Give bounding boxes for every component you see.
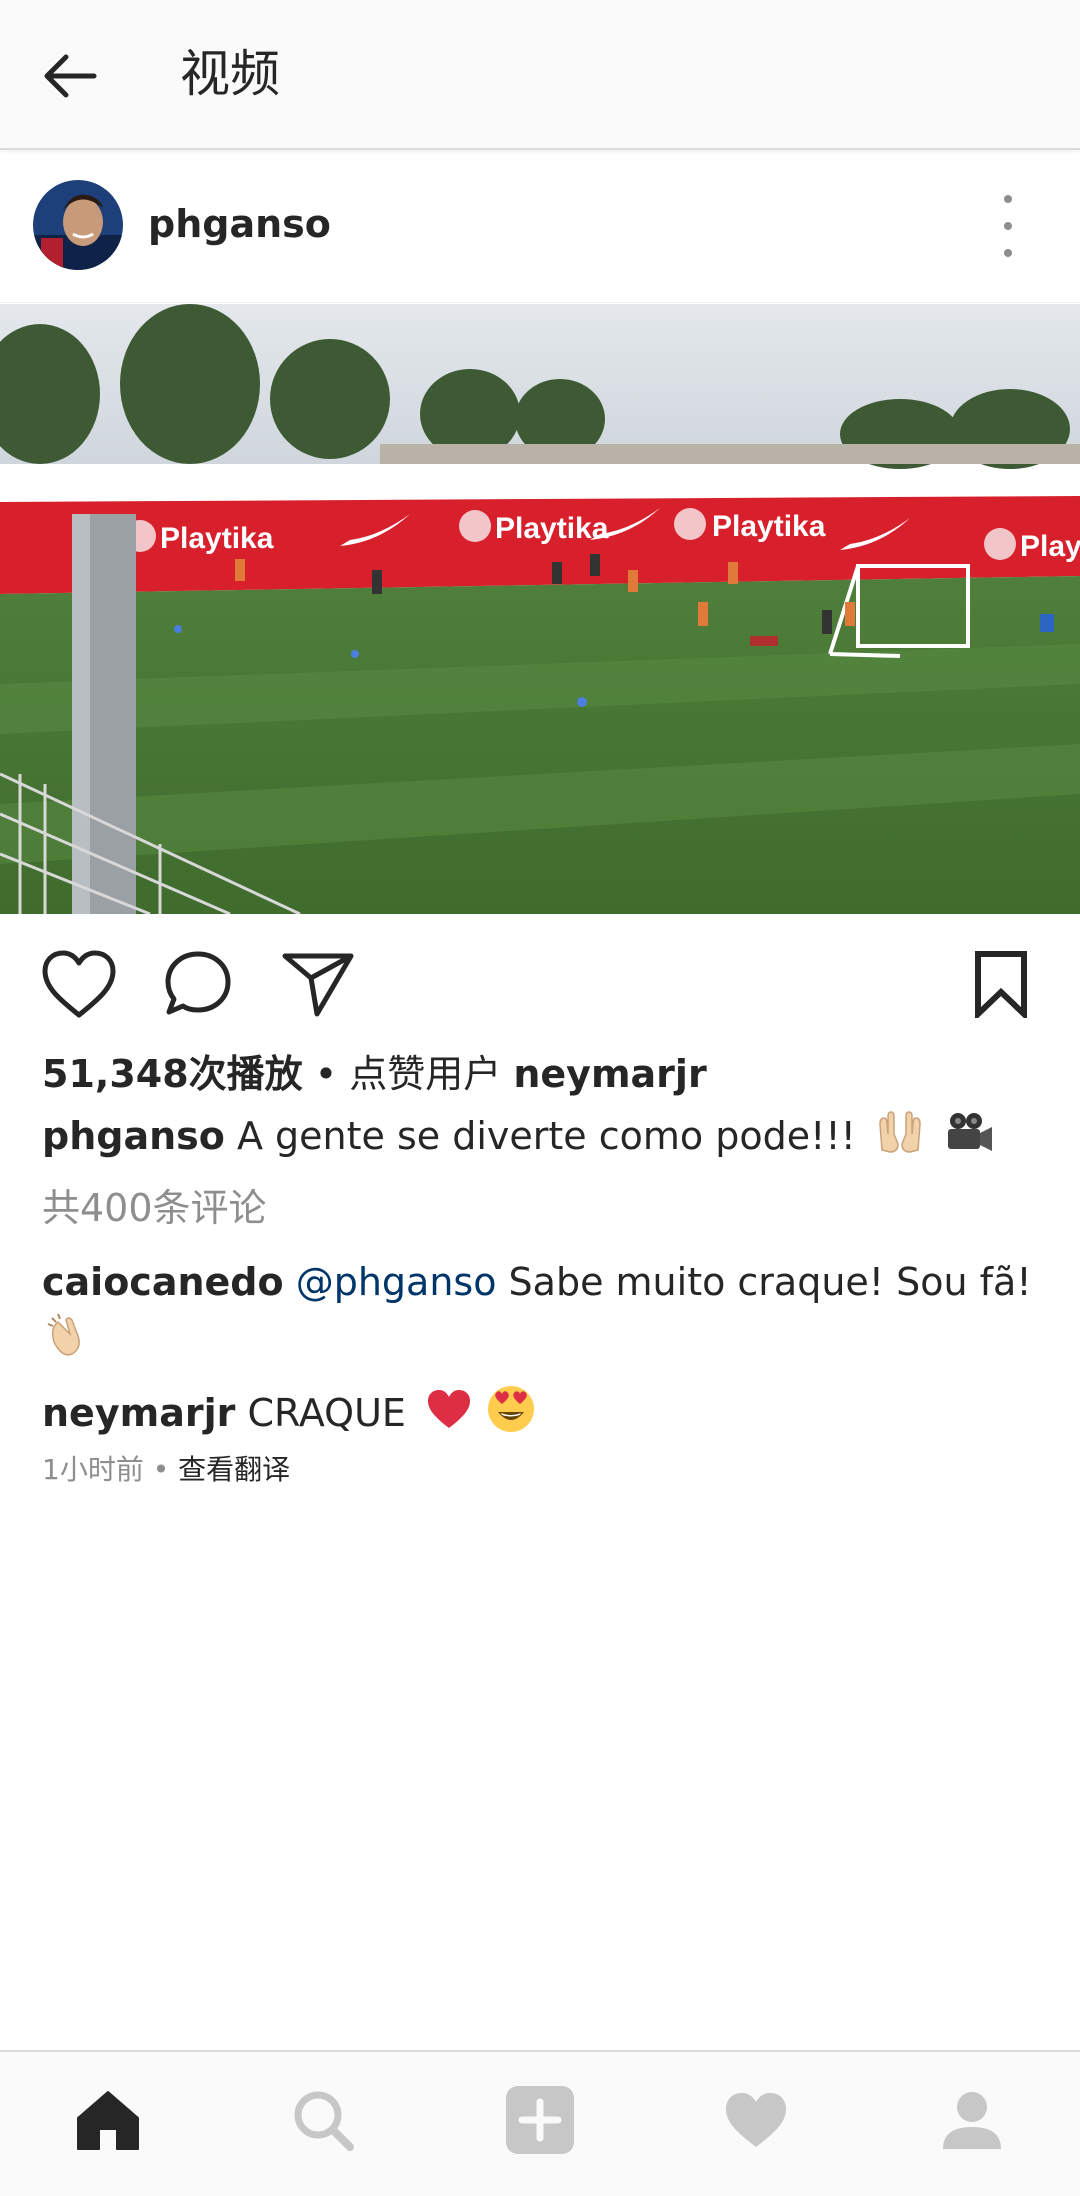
more-vertical-icon [1004,195,1012,203]
post-meta: 1小时前 • 查看翻译 [42,1452,290,1488]
comment-username[interactable]: caiocanedo [42,1260,284,1304]
search-icon [294,2091,354,2151]
arrow-left-icon [44,54,97,98]
svg-text:Playtika: Playtika [160,522,274,555]
more-options-button[interactable] [985,195,1031,257]
caption-username[interactable]: phganso [42,1114,225,1158]
separator-dot: • [152,1453,179,1486]
svg-text:Playtika: Playtika [1020,530,1080,563]
comment-button[interactable] [160,946,236,1022]
raised-hands-emoji-icon [876,1110,924,1167]
separator-dot: • [314,1052,350,1096]
view-count[interactable]: 51,348次播放 [42,1052,303,1096]
bookmark-icon [975,951,1027,1018]
avatar[interactable] [33,180,123,270]
page-title: 视频 [180,45,280,103]
like-button[interactable] [38,946,120,1022]
liked-by-user[interactable]: neymarjr [513,1052,706,1096]
svg-text:Playtika: Playtika [712,510,826,543]
add-icon [506,2086,574,2154]
video-player[interactable]: Playtika Playtika Playtika Playtika [0,304,1080,914]
caption-text: A gente se diverte como pode!!! [236,1114,856,1158]
liked-by-prefix: 点赞用户 [349,1052,502,1096]
back-button[interactable] [34,40,106,112]
comment-item: neymarjr CRAQUE [42,1384,536,1447]
comment-bubble-icon [165,951,231,1015]
comment-text: CRAQUE [247,1391,406,1435]
profile-icon [943,2092,1001,2149]
comment-mention[interactable]: @phganso [296,1260,497,1304]
more-dot [1004,249,1012,257]
comment-item: caiocanedo @phganso Sabe muito craque! S… [42,1256,1032,1308]
comment-username[interactable]: neymarjr [42,1391,235,1435]
save-button[interactable] [966,944,1036,1024]
caption: phganso A gente se diverte como pode!!! [42,1110,994,1167]
nav-home[interactable] [68,2080,148,2160]
heart-icon [726,2093,786,2147]
post-username[interactable]: phganso [148,200,331,248]
movie-camera-emoji-icon [944,1111,994,1166]
top-app-bar [0,0,1080,150]
nav-search[interactable] [283,2080,363,2160]
view-all-comments-link[interactable]: 共400条评论 [42,1182,267,1234]
nav-add-post[interactable] [500,2080,580,2160]
share-button[interactable] [278,946,358,1022]
nav-activity[interactable] [716,2080,796,2160]
nav-profile[interactable] [932,2080,1012,2160]
svg-text:Playtika: Playtika [495,512,609,545]
timestamp: 1小时前 [42,1453,144,1486]
heart-eyes-emoji-icon [486,1384,536,1447]
red-heart-emoji-icon [426,1388,472,1443]
paper-plane-icon [282,953,354,1017]
home-icon [77,2091,139,2150]
views-liked-by-line: 51,348次播放 • 点赞用户 neymarjr [42,1048,707,1100]
more-dot [1004,222,1012,230]
see-translation-link[interactable]: 查看翻译 [178,1453,290,1486]
comment-text: Sabe muito craque! Sou fã! [508,1260,1032,1304]
clapping-hands-emoji-icon [44,1312,92,1364]
heart-outline-icon [42,950,116,1018]
